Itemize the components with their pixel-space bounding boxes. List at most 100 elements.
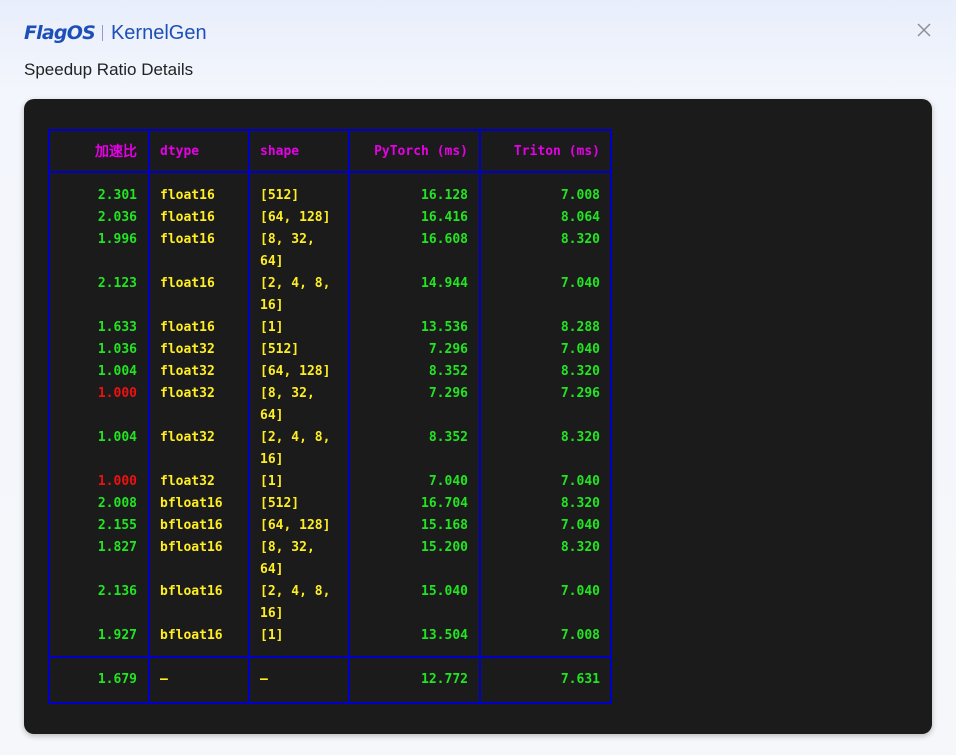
pytorch-time-cell: 7.040 — [428, 474, 468, 489]
shape-cell: [8, 32, — [260, 540, 315, 555]
speedup-cell: 1.036 — [97, 342, 137, 357]
results-panel: 加速比 dtype shape PyTorch (ms) Triton (ms) 2.30… — [24, 99, 932, 734]
header-dtype: dtype — [160, 144, 200, 159]
header-triton: Triton (ms) — [513, 144, 600, 159]
shape-cell: [2, 4, 8, — [260, 584, 331, 599]
dtype-cell: float32 — [160, 430, 215, 445]
pytorch-time-cell: 15.040 — [421, 584, 468, 599]
pytorch-time-cell: 16.704 — [421, 496, 468, 511]
pytorch-time-cell: 15.200 — [421, 540, 468, 555]
triton-time-cell: 8.320 — [560, 430, 600, 445]
triton-time-cell: 7.008 — [560, 188, 600, 203]
pytorch-time-cell: 16.608 — [421, 232, 468, 247]
pytorch-time-cell: 15.168 — [421, 518, 468, 533]
pytorch-time-cell: 7.296 — [428, 386, 468, 401]
speedup-cell: 2.036 — [97, 210, 137, 225]
pytorch-time-cell: 8.352 — [428, 364, 468, 379]
shape-cell: [64, 128] — [260, 518, 331, 533]
column-divider — [248, 129, 250, 704]
dtype-cell: float32 — [160, 364, 215, 379]
dtype-cell: bfloat16 — [160, 540, 223, 555]
header-pytorch: PyTorch (ms) — [374, 144, 468, 159]
product-name: KernelGen — [110, 21, 207, 44]
dtype-cell: float32 — [160, 386, 215, 401]
flagos-logo: FlagOS — [24, 22, 96, 44]
dtype-cell: bfloat16 — [160, 518, 223, 533]
triton-time-cell: 7.040 — [560, 276, 600, 291]
dtype-cell: float32 — [160, 474, 215, 489]
triton-time-cell: 8.320 — [560, 364, 600, 379]
brand-divider — [101, 25, 103, 41]
shape-cell: [512] — [260, 188, 300, 203]
shape-cell: 64] — [260, 254, 284, 269]
dtype-cell: float16 — [160, 210, 215, 225]
pytorch-time-cell: 14.944 — [421, 276, 468, 291]
shape-cell: [2, 4, 8, — [260, 430, 331, 445]
shape-cell: [64, 128] — [260, 364, 331, 379]
header-speedup: 加速比 — [95, 144, 137, 160]
summary-shape: — — [260, 672, 268, 687]
triton-time-cell: 7.040 — [560, 518, 600, 533]
speedup-cell: 1.004 — [97, 364, 137, 379]
speedup-cell: 1.927 — [97, 628, 137, 643]
shape-cell: [64, 128] — [260, 210, 331, 225]
shape-cell: [8, 32, — [260, 386, 315, 401]
summary-dtype: — — [160, 672, 168, 687]
close-icon — [917, 23, 931, 37]
dtype-cell: float16 — [160, 320, 215, 335]
triton-time-cell: 8.320 — [560, 540, 600, 555]
triton-time-cell: 7.040 — [560, 584, 600, 599]
shape-cell: 16] — [260, 298, 284, 313]
column-divider — [148, 129, 150, 704]
speedup-cell: 1.004 — [97, 430, 137, 445]
triton-time-cell: 7.040 — [560, 474, 600, 489]
shape-cell: 64] — [260, 408, 284, 423]
speedup-cell: 1.000 — [97, 474, 137, 489]
dtype-cell: bfloat16 — [160, 496, 223, 511]
summary-pytorch: 12.772 — [421, 672, 468, 687]
shape-cell: 16] — [260, 452, 284, 467]
shape-cell: 64] — [260, 562, 284, 577]
speedup-cell: 1.827 — [97, 540, 137, 555]
dtype-cell: bfloat16 — [160, 628, 223, 643]
shape-cell: [1] — [260, 628, 284, 643]
dtype-cell: float16 — [160, 188, 215, 203]
shape-cell: [2, 4, 8, — [260, 276, 331, 291]
speedup-cell: 2.155 — [97, 518, 137, 533]
shape-cell: [8, 32, — [260, 232, 315, 247]
speedup-cell: 2.301 — [97, 188, 137, 203]
pytorch-time-cell: 16.416 — [421, 210, 468, 225]
shape-cell: [1] — [260, 474, 284, 489]
triton-time-cell: 8.320 — [560, 496, 600, 511]
dtype-cell: float16 — [160, 276, 215, 291]
speedup-cell: 2.008 — [97, 496, 137, 511]
app-header: FlagOS KernelGen — [24, 20, 207, 46]
speedup-cell: 2.123 — [97, 276, 137, 291]
row-divider — [48, 656, 612, 658]
pytorch-time-cell: 16.128 — [421, 188, 468, 203]
pytorch-time-cell: 13.504 — [421, 628, 468, 643]
speedup-cell: 2.136 — [97, 584, 137, 599]
pytorch-time-cell: 7.296 — [428, 342, 468, 357]
summary-speedup: 1.679 — [97, 672, 137, 687]
dtype-cell: bfloat16 — [160, 584, 223, 599]
triton-time-cell: 8.288 — [560, 320, 600, 335]
dialog-title: Speedup Ratio Details — [24, 60, 194, 79]
dtype-cell: float16 — [160, 232, 215, 247]
triton-time-cell: 8.320 — [560, 232, 600, 247]
dtype-cell: float32 — [160, 342, 215, 357]
triton-time-cell: 7.008 — [560, 628, 600, 643]
pytorch-time-cell: 8.352 — [428, 430, 468, 445]
triton-time-cell: 7.040 — [560, 342, 600, 357]
row-divider — [48, 171, 612, 173]
shape-cell: [512] — [260, 496, 300, 511]
shape-cell: 16] — [260, 606, 284, 621]
triton-time-cell: 8.064 — [560, 210, 600, 225]
shape-cell: [512] — [260, 342, 300, 357]
shape-cell: [1] — [260, 320, 284, 335]
header-shape: shape — [260, 144, 300, 159]
pytorch-time-cell: 13.536 — [421, 320, 468, 335]
speedup-cell: 1.996 — [97, 232, 137, 247]
triton-time-cell: 7.296 — [560, 386, 600, 401]
close-button[interactable] — [914, 20, 934, 40]
